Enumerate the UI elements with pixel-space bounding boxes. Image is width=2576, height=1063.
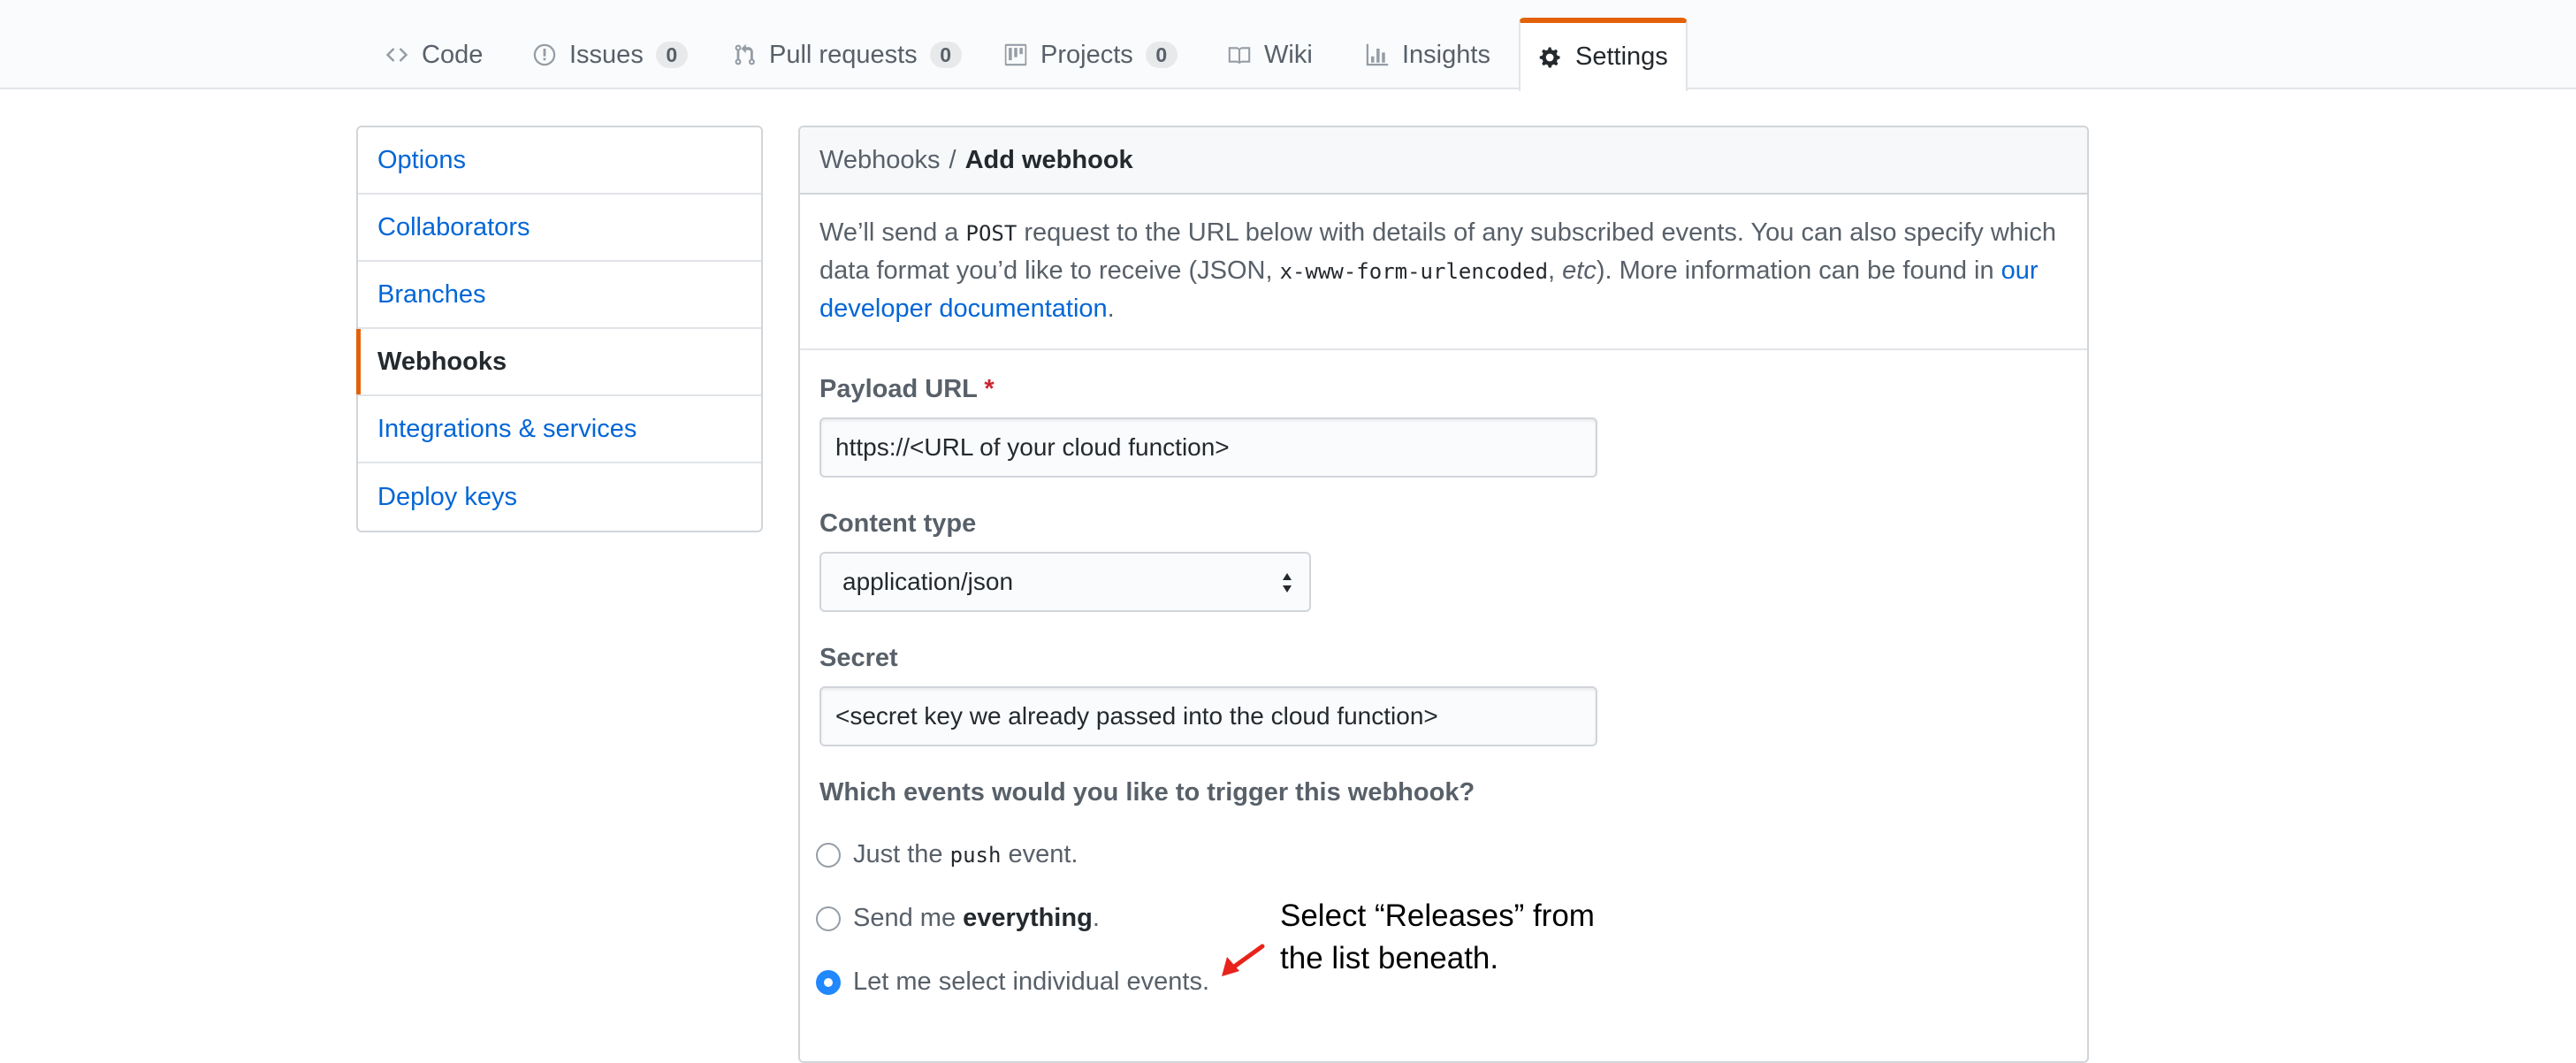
intro-text-4: ). More information can be found in [1596, 256, 2001, 285]
tab-settings-label: Settings [1575, 42, 1668, 71]
book-icon [1228, 47, 1251, 65]
radio-everything[interactable] [816, 906, 841, 931]
settings-menu: Options Collaborators Branches Webhooks … [356, 126, 763, 532]
payload-url-label: Payload URL * [819, 375, 995, 404]
page-title: Add webhook [964, 145, 1133, 174]
content-type-select[interactable]: application/json [819, 552, 1311, 612]
events-question: Which events would you like to trigger t… [819, 778, 1475, 807]
push-code: push [949, 843, 1002, 868]
event-option-everything[interactable]: Send me everything. [816, 904, 1100, 933]
everything-bold: everything [963, 904, 1093, 932]
tab-issues-label: Issues [569, 40, 644, 69]
payload-url-input[interactable] [819, 417, 1597, 478]
push-post: event. [1001, 840, 1078, 868]
menu-item-options[interactable]: Options [358, 127, 761, 195]
intro-text-1: We’ll send a [819, 218, 966, 247]
intro-post-code: POST [965, 221, 1017, 246]
breadcrumb: Webhooks / Add webhook [800, 127, 2087, 195]
content-type-label: Content type [819, 509, 977, 538]
annotation-note: Select “Releases” from the list beneath. [1280, 895, 1651, 980]
project-icon [1004, 43, 1027, 66]
intro-etc: etc [1562, 256, 1597, 285]
event-option-push-label: Just the push event. [853, 840, 1078, 869]
required-mark: * [984, 375, 995, 403]
tab-code-label: Code [422, 40, 484, 69]
intro-text-3: , [1548, 256, 1563, 285]
event-option-individual-label: Let me select individual events. [853, 967, 1209, 996]
radio-push[interactable] [816, 842, 841, 868]
everything-post: . [1092, 904, 1100, 932]
breadcrumb-separator: / [949, 145, 956, 174]
event-option-push[interactable]: Just the push event. [816, 840, 1078, 869]
menu-item-integrations[interactable]: Integrations & services [358, 396, 761, 463]
annotation-line-2: the list beneath. [1280, 941, 1499, 975]
issues-counter: 0 [655, 42, 688, 68]
push-pre: Just the [853, 840, 950, 868]
secret-input[interactable] [819, 686, 1597, 746]
code-icon [385, 48, 408, 62]
tab-issues[interactable]: Issues 0 [514, 19, 705, 90]
tab-projects-label: Projects [1040, 40, 1133, 69]
select-arrows-icon [1283, 573, 1292, 593]
content-type-value: application/json [842, 568, 1014, 595]
tab-wiki-label: Wiki [1264, 40, 1313, 69]
graph-icon [1366, 43, 1389, 66]
annotation-line-1: Select “Releases” from [1280, 899, 1595, 933]
tab-wiki[interactable]: Wiki [1209, 19, 1330, 90]
intro-urlencoded-code: x-www-form-urlencoded [1279, 259, 1549, 284]
event-option-individual[interactable]: Let me select individual events. [816, 967, 1209, 997]
pull-requests-counter: 0 [929, 42, 962, 68]
issue-icon [533, 43, 556, 66]
secret-label: Secret [819, 644, 898, 672]
tab-pull-requests-label: Pull requests [769, 40, 918, 69]
tab-insights[interactable]: Insights [1347, 19, 1508, 90]
event-option-everything-label: Send me everything. [853, 904, 1100, 933]
tab-insights-label: Insights [1402, 40, 1490, 69]
tab-projects[interactable]: Projects 0 [986, 19, 1195, 90]
intro-text-5: . [1107, 294, 1115, 323]
tab-pull-requests[interactable]: Pull requests 0 [714, 19, 979, 90]
intro-text: We’ll send a POST request to the URL bel… [800, 195, 2087, 350]
menu-item-webhooks[interactable]: Webhooks [356, 329, 761, 396]
menu-item-branches[interactable]: Branches [358, 262, 761, 329]
tab-code[interactable]: Code [367, 19, 500, 90]
menu-item-deploy-keys[interactable]: Deploy keys [358, 463, 761, 531]
menu-item-collaborators[interactable]: Collaborators [358, 195, 761, 262]
projects-counter: 0 [1145, 42, 1177, 68]
pull-request-icon [735, 43, 755, 65]
payload-url-label-text: Payload URL [819, 375, 978, 403]
repo-nav: Code Issues 0 Pull requests 0 Projects 0… [0, 0, 2576, 91]
gear-icon [1539, 46, 1560, 68]
breadcrumb-webhooks-link[interactable]: Webhooks [819, 146, 941, 175]
everything-pre: Send me [853, 904, 964, 932]
radio-individual[interactable] [816, 969, 841, 995]
annotation-arrow-icon [1222, 944, 1265, 976]
tab-settings[interactable]: Settings [1519, 18, 1688, 91]
